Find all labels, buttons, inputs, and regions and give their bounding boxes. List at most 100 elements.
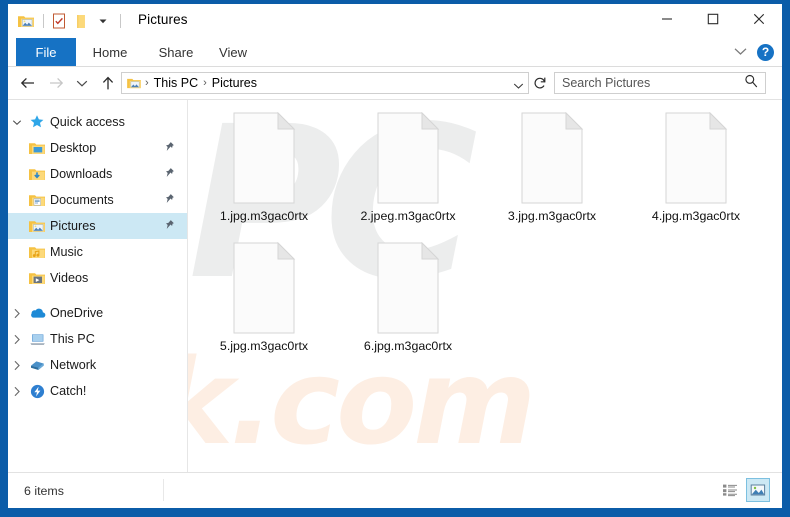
nav-group-spacer-1 (8, 291, 187, 300)
chevron-right-icon[interactable] (8, 378, 26, 404)
file-item[interactable]: 2.jpeg.m3gac0rtx (338, 111, 478, 242)
file-grid: 1.jpg.m3gac0rtx 2.jpeg.m3gac0rtx 3.jpg.m… (188, 100, 782, 472)
status-bar: 6 items (8, 473, 782, 508)
pin-icon[interactable] (164, 167, 175, 181)
file-name: 3.jpg.m3gac0rtx (507, 209, 597, 223)
music-folder-icon (26, 239, 48, 265)
search-icon[interactable] (744, 74, 758, 93)
ribbon-tabs: File Home Share View (8, 38, 782, 66)
sidebar-item-desktop[interactable]: Desktop (8, 135, 187, 161)
catch-icon (26, 378, 48, 404)
star-icon (26, 109, 48, 135)
tab-view[interactable]: View (208, 38, 258, 66)
sidebar-item-this-pc[interactable]: This PC (8, 326, 187, 352)
breadcrumb-this-pc[interactable]: This PC (151, 76, 201, 90)
file-name: 2.jpeg.m3gac0rtx (360, 209, 456, 223)
sidebar-item-documents[interactable]: Documents (8, 187, 187, 213)
forward-arrow-icon[interactable] (44, 71, 68, 95)
tab-share[interactable]: Share (148, 38, 204, 66)
documents-folder-icon (26, 187, 48, 213)
sidebar-label: Documents (50, 193, 114, 207)
file-item[interactable]: 6.jpg.m3gac0rtx (338, 241, 478, 372)
chevron-down-icon[interactable] (734, 43, 747, 61)
sidebar-label: Quick access (50, 115, 125, 129)
details-view-button[interactable] (718, 478, 742, 502)
chevron-down-icon[interactable] (8, 109, 26, 135)
address-bar-row: › This PC › Pictures Search Pictures (8, 67, 782, 99)
breadcrumb-folder-icon (125, 75, 143, 91)
maximize-button[interactable] (690, 4, 736, 34)
help-button[interactable]: ? (757, 43, 774, 61)
file-name: 1.jpg.m3gac0rtx (219, 209, 309, 223)
sidebar-label: OneDrive (50, 306, 104, 320)
blank-document-icon (660, 111, 732, 204)
nav-top-spacer (8, 100, 187, 109)
file-item[interactable]: 5.jpg.m3gac0rtx (194, 241, 334, 372)
sidebar-item-pictures[interactable]: Pictures (8, 213, 187, 239)
sidebar-item-downloads[interactable]: Downloads (8, 161, 187, 187)
customize-dropdown-icon[interactable] (93, 11, 113, 31)
quick-access-toolbar (16, 11, 126, 31)
file-item[interactable]: 4.jpg.m3gac0rtx (626, 111, 766, 242)
pin-icon[interactable] (164, 141, 175, 155)
blank-document-icon (372, 241, 444, 334)
breadcrumb-separator-1: › (145, 77, 149, 89)
blank-document-icon (228, 241, 300, 334)
sidebar-item-quick-access[interactable]: Quick access (8, 109, 187, 135)
sidebar-label: Music (50, 245, 83, 259)
sidebar-label: Downloads (50, 167, 113, 181)
blank-document-icon (516, 111, 588, 204)
pictures-folder-icon[interactable] (16, 11, 36, 31)
sidebar-label: Catch! (50, 384, 87, 398)
pin-icon[interactable] (164, 219, 175, 233)
pin-icon[interactable] (164, 193, 175, 207)
chevron-right-icon[interactable] (8, 326, 26, 352)
sidebar-label: Desktop (50, 141, 97, 155)
desktop-folder-icon (26, 135, 48, 161)
file-item[interactable]: 3.jpg.m3gac0rtx (482, 111, 622, 242)
minimize-button[interactable] (644, 4, 690, 34)
chevron-right-icon[interactable] (8, 352, 26, 378)
sidebar-item-catch[interactable]: Catch! (8, 378, 187, 404)
file-list-view[interactable]: 1.jpg.m3gac0rtx 2.jpeg.m3gac0rtx 3.jpg.m… (188, 100, 782, 472)
sidebar-label: Pictures (50, 219, 96, 233)
tab-home[interactable]: Home (80, 38, 140, 66)
sidebar-item-music[interactable]: Music (8, 239, 187, 265)
sidebar-item-network[interactable]: Network (8, 352, 187, 378)
file-explorer-window: PC risk.com Pictures File Home Share Vie… (8, 4, 782, 508)
view-toggle-group (718, 478, 770, 502)
up-arrow-icon[interactable] (96, 71, 120, 95)
sidebar-label: Videos (50, 271, 89, 285)
sidebar-item-videos[interactable]: Videos (8, 265, 187, 291)
back-arrow-icon[interactable] (16, 71, 40, 95)
chevron-right-icon[interactable] (8, 300, 26, 326)
new-folder-icon[interactable] (71, 11, 91, 31)
blank-document-icon (228, 111, 300, 204)
large-icons-view-button[interactable] (746, 478, 770, 502)
pictures-folder-icon (26, 213, 48, 239)
properties-icon[interactable] (49, 11, 69, 31)
tab-file[interactable]: File (16, 38, 76, 66)
navigation-pane: Quick access Desktop Downloads Documents… (8, 100, 187, 472)
ribbon-controls: ? (734, 38, 774, 66)
file-name: 4.jpg.m3gac0rtx (651, 209, 741, 223)
title-bar: Pictures (8, 4, 782, 38)
item-count: 6 items (24, 483, 64, 498)
network-icon (26, 352, 48, 378)
toolbar-divider-2 (120, 14, 121, 28)
status-divider (163, 479, 164, 501)
file-item[interactable]: 1.jpg.m3gac0rtx (194, 111, 334, 242)
recent-locations-icon[interactable] (70, 71, 94, 95)
sidebar-item-onedrive[interactable]: OneDrive (8, 300, 187, 326)
file-name: 5.jpg.m3gac0rtx (219, 339, 309, 353)
close-button[interactable] (736, 4, 782, 34)
breadcrumb-pictures[interactable]: Pictures (209, 76, 260, 90)
address-input[interactable]: › This PC › Pictures (121, 72, 529, 94)
file-name: 6.jpg.m3gac0rtx (363, 339, 453, 353)
address-dropdown-icon[interactable] (513, 77, 524, 95)
search-placeholder: Search Pictures (562, 76, 651, 90)
search-input[interactable]: Search Pictures (554, 72, 766, 94)
window-controls (644, 4, 782, 34)
onedrive-cloud-icon (26, 300, 48, 326)
refresh-icon[interactable] (533, 76, 547, 90)
